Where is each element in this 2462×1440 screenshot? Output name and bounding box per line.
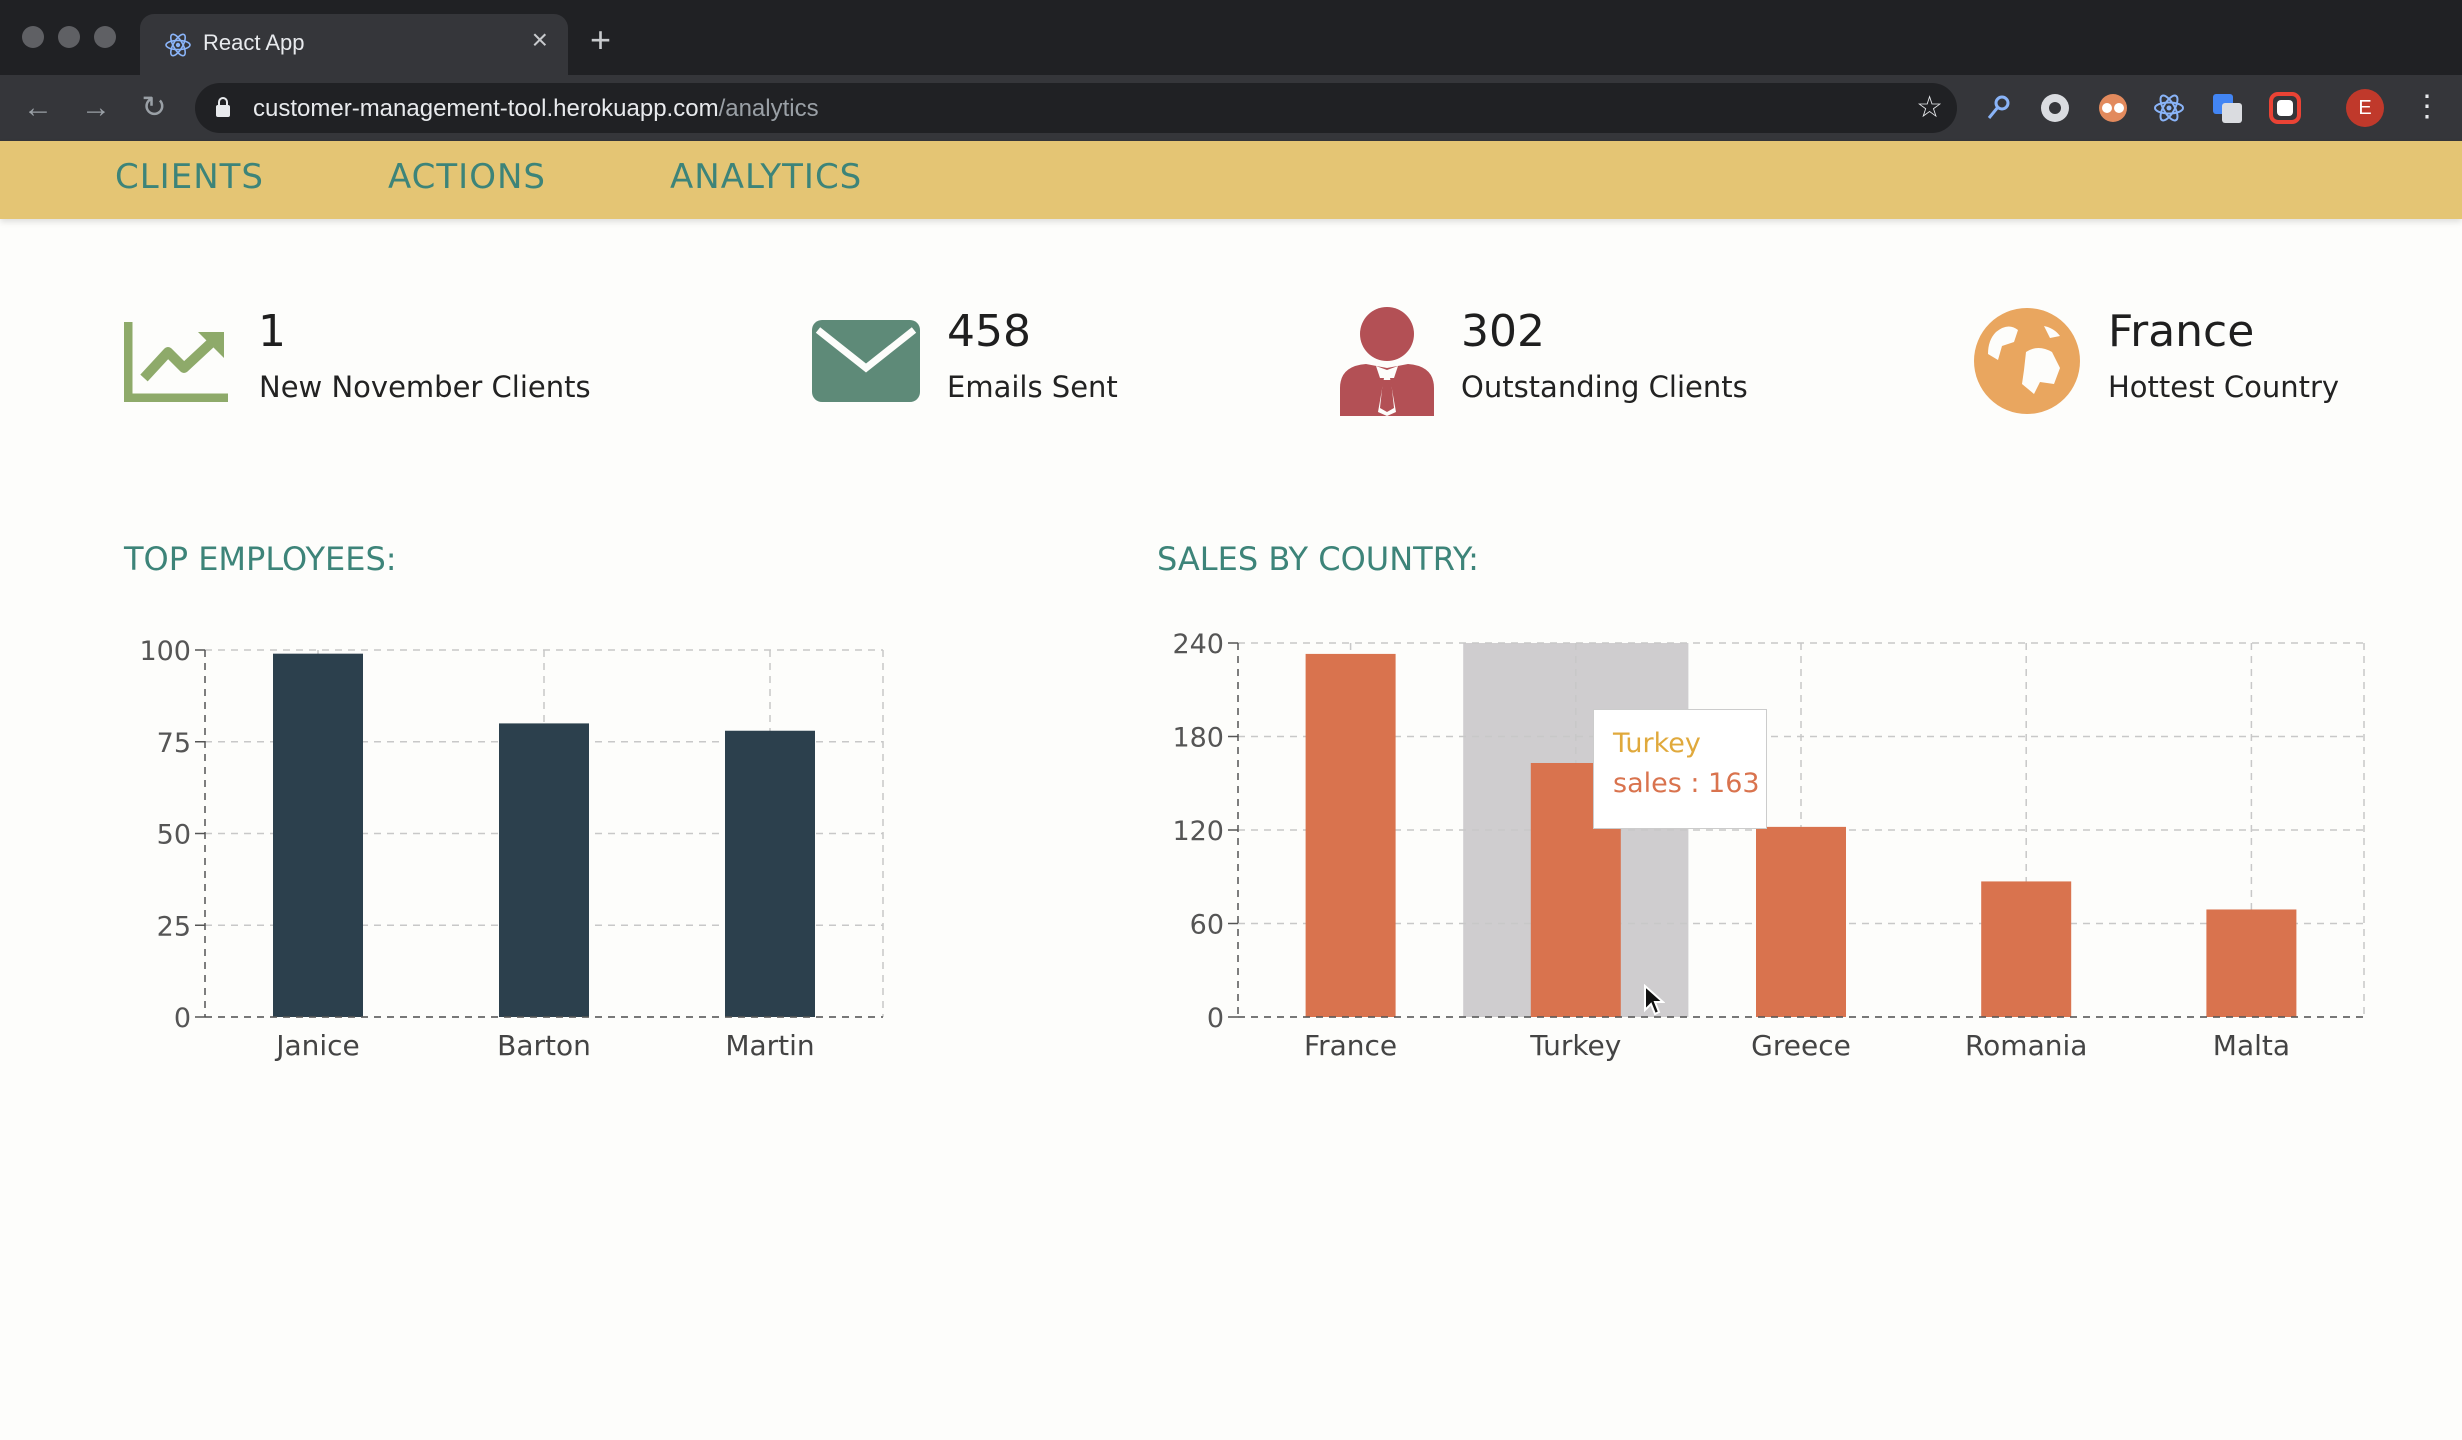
sales-xtick-label: France: [1304, 1029, 1397, 1062]
sales-ytick-label: 60: [1190, 910, 1224, 941]
sales-ytick-label: 240: [1172, 629, 1224, 660]
sales-ytick-label: 180: [1172, 723, 1224, 754]
tooltip-category: Turkey: [1613, 728, 1701, 759]
sales-xtick-label: Turkey: [1529, 1029, 1621, 1062]
sales-xtick-label: Greece: [1751, 1029, 1851, 1062]
sales-bar: [1981, 881, 2072, 1017]
tooltip-value: sales : 163: [1613, 768, 1760, 799]
sales-bar: [1305, 653, 1396, 1017]
chart-tooltip: Turkey sales : 163: [1593, 709, 1767, 829]
sales-by-country-chart: 0 60 120 180 240 France Turkey Greece Romania Mal…: [1172, 629, 2365, 1062]
sales-bar: [1756, 826, 1846, 1017]
sales-bar: [2206, 909, 2297, 1017]
sales-xtick-label: Malta: [2213, 1029, 2290, 1062]
sales-ytick-label: 120: [1172, 816, 1224, 847]
mouse-cursor-icon: [1644, 984, 1665, 1016]
sales-ytick-label: 0: [1207, 1003, 1224, 1034]
sales-xtick-label: Romania: [1965, 1029, 2087, 1062]
